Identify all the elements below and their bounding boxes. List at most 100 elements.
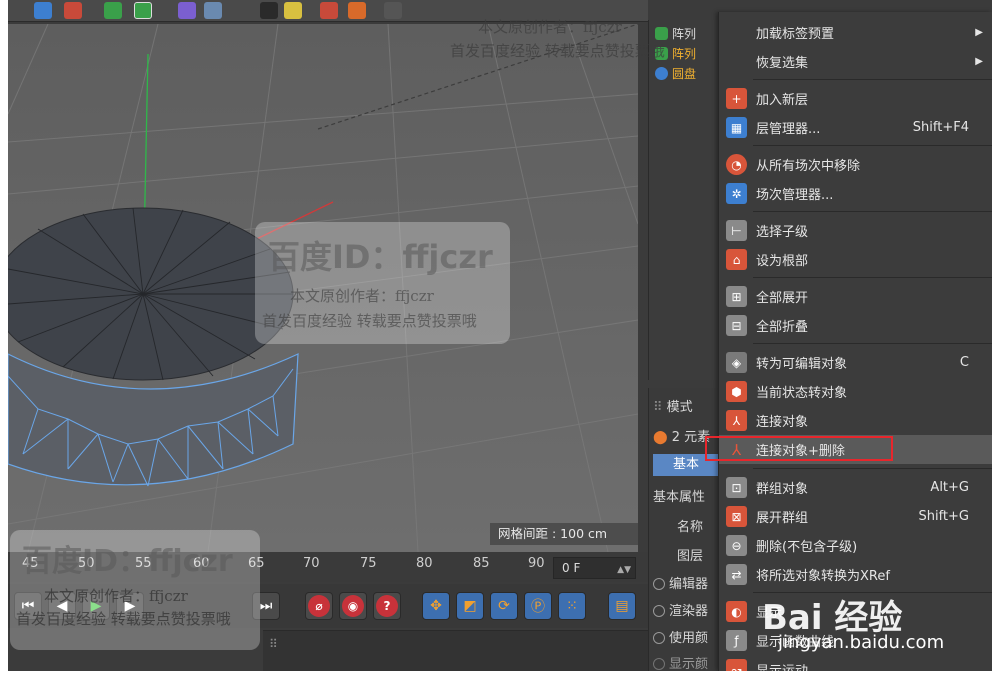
param-key-button[interactable]: Ⓟ	[524, 592, 552, 620]
array-tool-icon[interactable]	[134, 2, 152, 19]
menu-separator	[753, 343, 992, 344]
light-tool-icon[interactable]	[284, 2, 302, 19]
menu-separator	[753, 145, 992, 146]
pla-key-button[interactable]: ⁙	[558, 592, 586, 620]
render-tool-icon[interactable]	[320, 2, 338, 19]
current-frame-field[interactable]: 0 F ▲▼	[553, 557, 636, 579]
make-editable-icon: ◈	[726, 352, 747, 373]
timeline-tick: 90	[528, 556, 545, 571]
current-frame-value: 0 F	[562, 561, 581, 575]
scale-key-button[interactable]: ◩	[456, 592, 484, 620]
auto-key-icon: ◉	[342, 595, 364, 617]
attribute-manager: ⠿ 模式 ⬤ 2 元素 基本 基本属性 名称 图层 编辑器 渲染器 使用颜 显示…	[648, 388, 719, 671]
timeline-tick: 75	[360, 556, 377, 571]
select-children-icon: ⊢	[726, 220, 747, 241]
elements-icon: ⬤	[653, 430, 672, 445]
scene-tool-icon[interactable]	[204, 2, 222, 19]
radio-icon	[653, 658, 665, 670]
menu-item-connect-objects-delete[interactable]: ⅄ 连接对象+删除	[719, 435, 992, 464]
object-manager: 阵列 阵列 圆盘	[648, 20, 718, 380]
object-row[interactable]: 阵列	[655, 24, 696, 42]
editor-visible-option[interactable]: 编辑器	[653, 573, 708, 592]
spline-tool-icon[interactable]	[64, 2, 82, 19]
xref-icon: ⇄	[726, 564, 747, 585]
menu-item-group-objects[interactable]: ⊡ 群组对象 Alt+G	[719, 473, 992, 502]
camera-tool-icon[interactable]	[260, 2, 278, 19]
spinner-arrows-icon[interactable]: ▲▼	[617, 560, 631, 580]
menu-item-restore-selection[interactable]: 恢复选集 ▶	[719, 47, 992, 76]
disc-object-icon	[655, 66, 668, 80]
menu-item-take-manager[interactable]: ✲ 场次管理器...	[719, 179, 992, 208]
point-grid-icon: ⁙	[566, 598, 578, 614]
timeline-tick: 70	[303, 556, 320, 571]
display-icon: ◐	[726, 601, 747, 622]
delete-no-children-icon: ⊖	[726, 535, 747, 556]
render-visible-option[interactable]: 渲染器	[653, 600, 708, 619]
baidu-jingyan-url: jingyan.baidu.com	[778, 632, 945, 653]
move-arrows-icon: ✥	[430, 598, 442, 614]
axis-tool-icon[interactable]	[384, 2, 402, 19]
film-strip-icon: ▤	[615, 598, 629, 614]
watermark-backdrop	[255, 222, 510, 344]
auto-key-button[interactable]: ◉	[339, 592, 367, 620]
menu-item-make-editable[interactable]: ◈ 转为可编辑对象 C	[719, 348, 992, 377]
menu-item-current-state-to-object[interactable]: ⬢ 当前状态转对象	[719, 377, 992, 406]
fcurve-icon: ƒ	[726, 630, 747, 651]
scale-icon: ◩	[463, 598, 477, 614]
menu-item-add-new-layer[interactable]: + 加入新层	[719, 84, 992, 113]
keyframe-selection-button[interactable]: ?	[373, 592, 401, 620]
new-layer-icon: +	[726, 88, 747, 109]
array-object-icon	[655, 46, 668, 60]
grip-icon: ⠿	[653, 400, 667, 415]
object-row[interactable]: 圆盘	[655, 64, 696, 82]
parameter-icon: Ⓟ	[531, 599, 545, 615]
timeline-tick: 85	[473, 556, 490, 571]
menu-separator	[753, 468, 992, 469]
menu-item-layer-manager[interactable]: ▦ 层管理器... Shift+F4	[719, 113, 992, 142]
move-key-button[interactable]: ✥	[422, 592, 450, 620]
grip-icon: ⠿	[269, 637, 278, 651]
object-row[interactable]: 阵列	[655, 44, 696, 62]
name-label: 名称	[677, 520, 704, 535]
display-color-option[interactable]: 显示颜	[653, 653, 708, 671]
rotate-key-button[interactable]: ⟳	[490, 592, 518, 620]
grid-spacing-readout: 网格间距 : 100 cm	[490, 523, 638, 545]
menu-item-delete-without-children[interactable]: ⊖ 删除(不包含子级)	[719, 531, 992, 560]
group-objects-icon: ⊡	[726, 477, 747, 498]
material-bar: ⠿	[263, 630, 648, 671]
expand-group-icon: ⊠	[726, 506, 747, 527]
object-name: 阵列	[672, 46, 697, 61]
element-count: ⬤ 2 元素	[653, 430, 711, 445]
connect-objects-icon: ⅄	[726, 410, 747, 431]
cube-tool-icon[interactable]	[34, 2, 52, 19]
menu-item-expand-all[interactable]: ⊞ 全部展开	[719, 282, 992, 311]
nurbs-tool-icon[interactable]	[104, 2, 122, 19]
collapse-all-icon: ⊟	[726, 315, 747, 336]
menu-item-connect-objects[interactable]: ⅄ 连接对象	[719, 406, 992, 435]
array-object-icon	[655, 26, 668, 40]
current-state-icon: ⬢	[726, 381, 747, 402]
record-button[interactable]: ⌀	[305, 592, 333, 620]
object-name: 阵列	[672, 26, 697, 41]
menu-item-show-motion[interactable]: ↝ 显示运动	[719, 655, 992, 671]
menu-item-remove-from-takes[interactable]: ◔ 从所有场次中移除	[719, 150, 992, 179]
film-strip-button[interactable]: ▤	[608, 592, 636, 620]
deformer-tool-icon[interactable]	[178, 2, 196, 19]
mode-menu[interactable]: ⠿ 模式	[653, 396, 693, 415]
menu-item-convert-to-xref[interactable]: ⇄ 将所选对象转换为XRef	[719, 560, 992, 589]
menu-item-load-tag-preset[interactable]: 加载标签预置 ▶	[719, 18, 992, 47]
context-menu: 加载标签预置 ▶ 恢复选集 ▶ + 加入新层 ▦ 层管理器... Shift+F…	[718, 12, 992, 671]
menu-item-expand-group[interactable]: ⊠ 展开群组 Shift+G	[719, 502, 992, 531]
radio-icon	[653, 632, 665, 644]
tab-basic[interactable]: 基本	[653, 454, 719, 476]
menu-item-set-as-root[interactable]: ⌂ 设为根部	[719, 245, 992, 274]
menu-item-select-children[interactable]: ⊢ 选择子级	[719, 216, 992, 245]
motion-icon: ↝	[726, 659, 747, 671]
use-color-option[interactable]: 使用颜	[653, 627, 708, 646]
set-root-icon: ⌂	[726, 249, 747, 270]
rotate-icon: ⟳	[498, 598, 510, 614]
menu-item-collapse-all[interactable]: ⊟ 全部折叠	[719, 311, 992, 340]
material-tool-icon[interactable]	[348, 2, 366, 19]
top-toolbar	[8, 0, 648, 22]
layer-manager-icon: ▦	[726, 117, 747, 138]
